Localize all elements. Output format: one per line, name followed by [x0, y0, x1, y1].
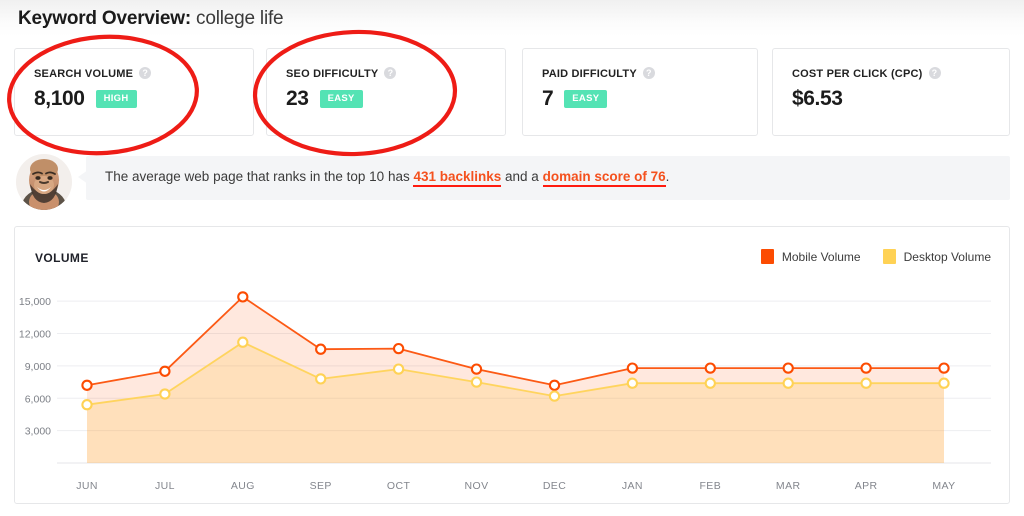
banner-text-middle: and a [501, 169, 543, 184]
data-point[interactable] [315, 373, 327, 385]
metric-card-value-row: 7 EASY [542, 87, 608, 111]
metric-card-search-volume: SEARCH VOLUME? 8,100 HIGH [14, 48, 254, 136]
data-point[interactable] [470, 363, 483, 375]
x-axis-tick-label: APR [855, 480, 878, 492]
metric-card-value: 23 [286, 87, 309, 110]
x-axis-tick-label: FEB [699, 480, 721, 492]
volume-chart-card: VOLUME Mobile Volume Desktop Volume 3,000… [14, 226, 1010, 504]
data-point[interactable] [548, 379, 561, 391]
data-point[interactable] [470, 376, 483, 388]
data-point[interactable] [782, 362, 794, 374]
status-badge: EASY [319, 90, 363, 108]
avatar-photo-icon [16, 154, 72, 210]
data-point[interactable] [392, 363, 405, 375]
x-axis-tick-label: NOV [465, 480, 489, 492]
data-point[interactable] [81, 399, 93, 411]
page-title-keyword: college life [196, 8, 284, 29]
metric-card-value: 8,100 [34, 87, 85, 110]
data-point[interactable] [626, 377, 639, 389]
x-axis-tick-label: MAY [932, 480, 955, 492]
x-axis-tick-label: MAR [776, 480, 801, 492]
metric-cards-row: SEARCH VOLUME? 8,100 HIGH SEO DIFFICULTY? 23… [0, 48, 1024, 138]
data-point[interactable] [938, 362, 950, 374]
banner-highlight-domain-score[interactable]: domain score of 76 [542, 169, 666, 187]
banner-text-after: . [665, 169, 670, 184]
page-title: Keyword Overview: college life [18, 8, 1024, 30]
insight-banner-text: The average web page that ranks in the t… [105, 169, 670, 187]
metric-card-value: $6.53 [792, 87, 843, 110]
data-point[interactable] [159, 388, 171, 400]
data-point[interactable] [704, 362, 716, 374]
help-icon[interactable]: ? [928, 67, 941, 79]
help-icon[interactable]: ? [384, 67, 397, 79]
metric-card-label: SEARCH VOLUME? [34, 67, 152, 80]
data-point[interactable] [704, 377, 716, 389]
y-axis-tick-label: 3,000 [25, 426, 51, 438]
metric-card-label: COST PER CLICK (CPC)? [792, 67, 941, 80]
data-point[interactable] [237, 336, 249, 348]
metric-card-cost-per-click-cpc: COST PER CLICK (CPC)? $6.53 [772, 48, 1010, 136]
page-title-prefix: Keyword Overview: [18, 8, 191, 29]
x-axis-tick-label: AUG [231, 480, 255, 492]
help-icon[interactable]: ? [642, 67, 655, 79]
metric-card-value-row: 8,100 HIGH [34, 87, 137, 111]
status-badge: HIGH [95, 90, 137, 108]
x-axis-tick-label: SEP [310, 480, 332, 492]
x-axis-tick-label: DEC [543, 480, 566, 492]
data-point[interactable] [938, 377, 950, 389]
data-point[interactable] [860, 377, 872, 389]
metric-card-seo-difficulty: SEO DIFFICULTY? 23 EASY [266, 48, 506, 136]
metric-card-label: SEO DIFFICULTY? [286, 67, 397, 80]
page-header: Keyword Overview: college life [0, 0, 1024, 36]
metric-card-paid-difficulty: PAID DIFFICULTY? 7 EASY [522, 48, 758, 136]
data-point[interactable] [860, 362, 872, 374]
data-point[interactable] [626, 362, 639, 374]
x-axis-tick-label: JUL [155, 480, 175, 492]
metric-card-value-row: 23 EASY [286, 87, 363, 111]
x-axis-tick-label: JUN [76, 480, 98, 492]
data-point[interactable] [81, 379, 93, 391]
metric-card-value-row: $6.53 [792, 87, 843, 111]
data-point[interactable] [548, 390, 561, 402]
volume-area-chart: 3,000 6,000 9,000 12,000 15,000 JUN JUL AUG SEP O… [19, 291, 991, 492]
banner-highlight-backlinks[interactable]: 431 backlinks [413, 169, 502, 187]
y-axis-tick-label: 15,000 [19, 296, 51, 308]
avatar [16, 154, 72, 210]
y-axis-tick-label: 9,000 [25, 361, 51, 373]
data-point[interactable] [782, 377, 794, 389]
data-point[interactable] [159, 365, 171, 377]
data-point[interactable] [392, 342, 405, 355]
y-axis-tick-label: 12,000 [19, 329, 51, 341]
metric-card-label: PAID DIFFICULTY? [542, 67, 655, 80]
help-icon[interactable]: ? [139, 67, 152, 79]
y-axis-tick-label: 6,000 [25, 393, 51, 405]
data-point[interactable] [315, 343, 327, 355]
x-axis-tick-label: JAN [622, 480, 643, 492]
speech-bubble-pointer-icon [78, 170, 88, 184]
banner-text-before: The average web page that ranks in the t… [105, 169, 414, 184]
data-point[interactable] [237, 291, 249, 303]
insight-banner: The average web page that ranks in the t… [0, 152, 1024, 210]
status-badge: EASY [564, 90, 608, 108]
x-axis-tick-label: OCT [387, 480, 411, 492]
metric-card-value: 7 [542, 87, 554, 110]
